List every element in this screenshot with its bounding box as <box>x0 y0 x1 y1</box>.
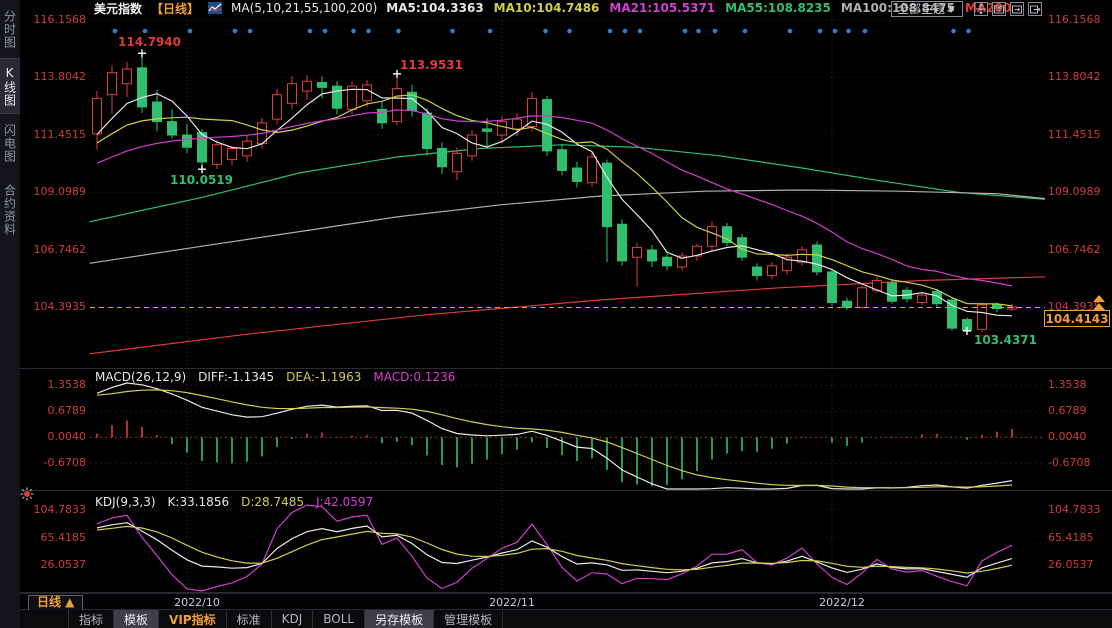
axis-label: 109.0989 <box>22 185 86 198</box>
footer-tab-模板[interactable]: 模板 <box>114 610 159 628</box>
toolbar-lead-spacer <box>20 610 69 628</box>
theme-selector-button[interactable]: 全部主题▼ <box>891 1 963 17</box>
footer-tab-指标[interactable]: 指标 <box>69 610 114 628</box>
axis-label: 106.7462 <box>1048 243 1112 256</box>
kdj-params-label: KDJ(9,3,3) <box>95 495 156 509</box>
macd-dea-value: DEA:-1.1963 <box>286 370 361 384</box>
axis-label: 111.4515 <box>1048 128 1112 141</box>
kdj-k-value: K:33.1856 <box>168 495 230 509</box>
period-selector-button[interactable]: 日线 ▲ <box>28 595 83 611</box>
axis-label: 109.0989 <box>1048 185 1112 198</box>
trading-terminal: 分时图K线图闪电图合约资料 美元指数 【日线】 MA(5,10,21,55,10… <box>0 0 1112 628</box>
axis-label: 0.0040 <box>22 430 86 443</box>
kdj-d-value: D:28.7485 <box>241 495 304 509</box>
ma-value-label: MA5:104.3363 <box>386 1 483 15</box>
footer-tab-管理模板[interactable]: 管理模板 <box>434 610 503 628</box>
ma-params-label: MA(5,10,21,55,100,200) <box>231 1 377 15</box>
macd-params-label: MACD(26,12,9) <box>95 370 186 384</box>
date-label: 2022/10 <box>174 596 220 609</box>
axis-label: 106.7462 <box>22 243 86 256</box>
event-markers <box>113 29 971 34</box>
pane-up-icon[interactable] <box>992 2 1006 16</box>
axis-label: 65.4185 <box>22 531 86 544</box>
axis-label: 116.1568 <box>1048 13 1112 26</box>
pan-crosshair-icon[interactable] <box>974 2 988 16</box>
axis-label: 26.0537 <box>1048 558 1112 571</box>
axis-label: 65.4185 <box>1048 531 1112 544</box>
price-up-arrows-icon <box>1093 295 1105 311</box>
axis-label: 1.3538 <box>1048 378 1112 391</box>
symbol-title: 美元指数 <box>94 0 142 17</box>
axis-label: 104.7833 <box>1048 503 1112 516</box>
sidebar-tab-3[interactable]: 闪电图 <box>0 114 20 172</box>
footer-tab-KDJ[interactable]: KDJ <box>272 610 314 628</box>
footer-tab-BOLL[interactable]: BOLL <box>313 610 365 628</box>
axis-label: 0.6789 <box>22 404 86 417</box>
price-annotation: 113.9531 <box>400 58 463 72</box>
period-tag: 【日线】 <box>151 0 199 17</box>
price-annotation: 114.7940 <box>118 35 181 49</box>
ma-value-label: MA21:105.5371 <box>609 1 715 15</box>
date-label: 2022/11 <box>489 596 535 609</box>
time-axis-row: 日线 ▲ 2022/10 2022/11 2022/12 <box>20 593 1112 610</box>
left-sidebar: 分时图K线图闪电图合约资料 <box>0 0 20 628</box>
ma-value-label: MA10:104.7486 <box>494 1 600 15</box>
axis-label: 0.6789 <box>1048 404 1112 417</box>
sidebar-tab-1[interactable]: 分时图 <box>0 2 20 56</box>
last-price-tag: 104.4143 <box>1044 310 1110 327</box>
bottom-toolbar: 指标模板VIP指标标准KDJBOLL另存模板管理模板 <box>20 610 1112 628</box>
axis-label: -0.6708 <box>22 456 86 469</box>
price-annotation: 110.0519 <box>170 173 233 187</box>
sidebar-tab-2[interactable]: K线图 <box>0 58 20 114</box>
macd-value: MACD:0.1236 <box>373 370 455 384</box>
axis-label: 1.3538 <box>22 378 86 391</box>
kdj-panel <box>97 505 1012 591</box>
axis-label: 26.0537 <box>22 558 86 571</box>
pane-export-icon[interactable] <box>1028 2 1042 16</box>
macd-panel <box>97 383 1012 489</box>
kdj-j-value: J:42.0597 <box>316 495 373 509</box>
chart-header: 美元指数 【日线】 MA(5,10,21,55,100,200) MA5:104… <box>94 0 1011 16</box>
indicator-settings-icon[interactable] <box>20 486 34 505</box>
date-label: 2022/12 <box>819 596 865 609</box>
price-annotation: 103.4371 <box>974 333 1037 347</box>
kdj-header: KDJ(9,3,3) K:33.1856 D:28.7485 J:42.0597 <box>95 495 373 509</box>
pane-right-icon[interactable] <box>1010 2 1024 16</box>
axis-label: 113.8042 <box>22 70 86 83</box>
macd-diff-value: DIFF:-1.1345 <box>198 370 274 384</box>
axis-label: 0.0040 <box>1048 430 1112 443</box>
ma-indicator-icon[interactable] <box>208 2 222 14</box>
axis-label: 104.3935 <box>22 300 86 313</box>
axis-label: 116.1568 <box>22 13 86 26</box>
sidebar-tab-4[interactable]: 合约资料 <box>0 172 20 248</box>
chart-canvas[interactable] <box>0 0 1112 628</box>
ma-value-label: MA55:108.8235 <box>725 1 831 15</box>
chart-toolbar: 全部主题▼ <box>891 1 1042 17</box>
footer-tab-VIP指标[interactable]: VIP指标 <box>159 610 227 628</box>
axis-label: 111.4515 <box>22 128 86 141</box>
axis-label: -0.6708 <box>1048 456 1112 469</box>
footer-tab-另存模板[interactable]: 另存模板 <box>365 610 434 628</box>
footer-tab-标准[interactable]: 标准 <box>227 610 272 628</box>
axis-label: 113.8042 <box>1048 70 1112 83</box>
macd-header: MACD(26,12,9) DIFF:-1.1345 DEA:-1.1963 M… <box>95 370 455 384</box>
